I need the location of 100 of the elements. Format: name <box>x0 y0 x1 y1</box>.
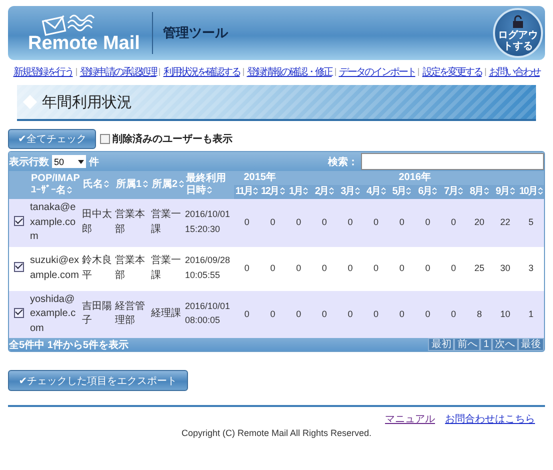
table-cell: 0 <box>374 217 379 228</box>
month-header[interactable]: 12月 <box>260 185 286 199</box>
month-header[interactable]: 2月 <box>311 185 338 199</box>
table-cell: 0 <box>244 262 250 273</box>
table-cell: 8 <box>476 308 482 319</box>
table-cell: 0 <box>374 262 379 273</box>
table-cell: 2016/10/01 08:00:05 <box>185 300 230 326</box>
sort-icon[interactable] <box>142 180 148 188</box>
month-header[interactable]: 1月 <box>286 185 312 199</box>
month-header[interactable]: 5月 <box>388 185 415 199</box>
column-header[interactable]: 所属2 <box>150 171 184 199</box>
sort-icon[interactable] <box>538 187 543 196</box>
table-cell: 0 <box>348 262 353 273</box>
sort-icon[interactable] <box>380 187 386 196</box>
footer-link[interactable]: マニュアル <box>385 412 435 426</box>
export-button[interactable]: ✔チェックした項目をエクスポート <box>8 370 188 391</box>
table-cell: 0 <box>399 217 404 228</box>
table-cell: 0 <box>270 217 276 228</box>
column-header[interactable]: 最終利用日時 <box>184 171 234 199</box>
row-checkbox[interactable] <box>14 308 24 318</box>
table-cell: 0 <box>425 217 430 228</box>
table-cell: 0 <box>451 217 456 228</box>
caret-icon <box>78 160 84 164</box>
column-header[interactable]: 所属1 <box>114 171 150 199</box>
footer-link[interactable]: お問合わせはこちら <box>445 412 535 426</box>
table-cell: 鈴木良平 <box>82 255 112 280</box>
table-cell: 0 <box>399 308 404 319</box>
table-cell: 田中太郎 <box>82 209 112 235</box>
checkbox-label: 削除済みのユーザーも表示 <box>112 132 232 146</box>
lock-icon <box>512 14 524 28</box>
sort-icon[interactable] <box>458 187 464 196</box>
table-cell: 営業一課 <box>151 255 181 280</box>
column-header[interactable]: 氏名 <box>81 171 114 199</box>
table-cell: 0 <box>270 262 276 273</box>
month-header[interactable]: 4月 <box>363 185 389 199</box>
nav-link[interactable]: お問い合わせ <box>488 65 540 79</box>
sort-icon[interactable] <box>104 180 109 188</box>
table-cell: 0 <box>451 262 456 273</box>
month-header[interactable]: 10月 <box>518 185 544 199</box>
table-cell: 0 <box>348 308 353 319</box>
sort-icon[interactable] <box>484 187 489 196</box>
table-cell: 0 <box>425 308 430 319</box>
sort-icon[interactable] <box>432 187 438 196</box>
sort-icon[interactable] <box>303 187 308 196</box>
rows-per-page-select[interactable]: 50 <box>52 155 86 168</box>
sort-icon[interactable] <box>207 186 212 194</box>
row-checkbox[interactable] <box>14 262 24 272</box>
table-cell-text: yoshida@example.com <box>30 292 77 336</box>
month-header[interactable]: 6月 <box>414 185 441 199</box>
nav-link[interactable]: 設定を変更する <box>422 65 482 79</box>
sort-icon[interactable] <box>406 187 412 196</box>
table-cell: 0 <box>244 308 250 319</box>
app-subtitle: 管理ツール <box>162 24 228 42</box>
table-cell: 0 <box>322 308 327 319</box>
table-cell: 営業本部 <box>115 255 145 280</box>
table-cell: 5 <box>528 217 534 228</box>
month-header[interactable]: 7月 <box>440 185 466 199</box>
sort-icon[interactable] <box>280 187 284 196</box>
table-cell-text: tanaka@example.com <box>30 201 77 244</box>
table-cell: 0 <box>425 262 430 273</box>
summary-text: 全5件中 1件から5件を表示 <box>9 338 128 351</box>
table-cell-text: suzuki@example.com <box>30 254 80 282</box>
check-all-button[interactable]: ✔全てチェック <box>8 129 96 149</box>
search-field[interactable] <box>361 153 544 170</box>
table-cell: 吉田陽子 <box>82 300 112 326</box>
search-label: 検索： <box>328 156 358 168</box>
sort-icon[interactable] <box>354 187 360 196</box>
table-cell: 25 <box>474 262 484 273</box>
month-header[interactable]: 3月 <box>337 185 364 199</box>
nav-link[interactable]: 登録情報の確認・修正 <box>246 65 332 79</box>
logout-button[interactable]: ログアウトする <box>493 8 543 58</box>
month-header[interactable]: 11月 <box>234 185 260 199</box>
month-header[interactable]: 9月 <box>492 185 518 199</box>
row-checkbox[interactable] <box>14 216 24 226</box>
table-cell: 1 <box>528 308 534 319</box>
nav-link[interactable]: 新規登録を行う <box>13 65 73 79</box>
sort-icon[interactable] <box>510 187 515 196</box>
table-cell: 経営管理部 <box>115 300 145 326</box>
month-header[interactable]: 8月 <box>466 185 492 199</box>
nav-link[interactable]: データのインポート <box>338 65 416 79</box>
checkbox[interactable] <box>100 134 110 144</box>
table-cell: 0 <box>322 217 327 228</box>
table-cell: 20 <box>474 217 484 228</box>
table-cell: 22 <box>500 217 510 228</box>
table-cell: 10 <box>500 308 510 319</box>
year-header: 2016年 <box>286 171 544 185</box>
table-cell: 0 <box>399 262 404 273</box>
column-header[interactable]: POP/IMAP ﾕｰｻﾞｰ名 <box>29 171 81 199</box>
nav-link[interactable]: 登録申請の承認処理 <box>80 65 156 79</box>
logo-text: Remote Mail <box>28 33 140 55</box>
table-cell: 経理課 <box>151 308 181 319</box>
sort-icon[interactable] <box>328 187 334 196</box>
table-cell: 0 <box>322 262 327 273</box>
nav-link[interactable]: 利用状況を確認する <box>163 65 240 79</box>
page-title: 年間利用状況 <box>42 92 132 112</box>
table-cell: 営業一課 <box>151 209 181 235</box>
sort-icon[interactable] <box>178 180 184 188</box>
sort-icon[interactable] <box>67 186 72 194</box>
table-cell: 0 <box>244 217 250 228</box>
sort-icon[interactable] <box>253 187 258 196</box>
